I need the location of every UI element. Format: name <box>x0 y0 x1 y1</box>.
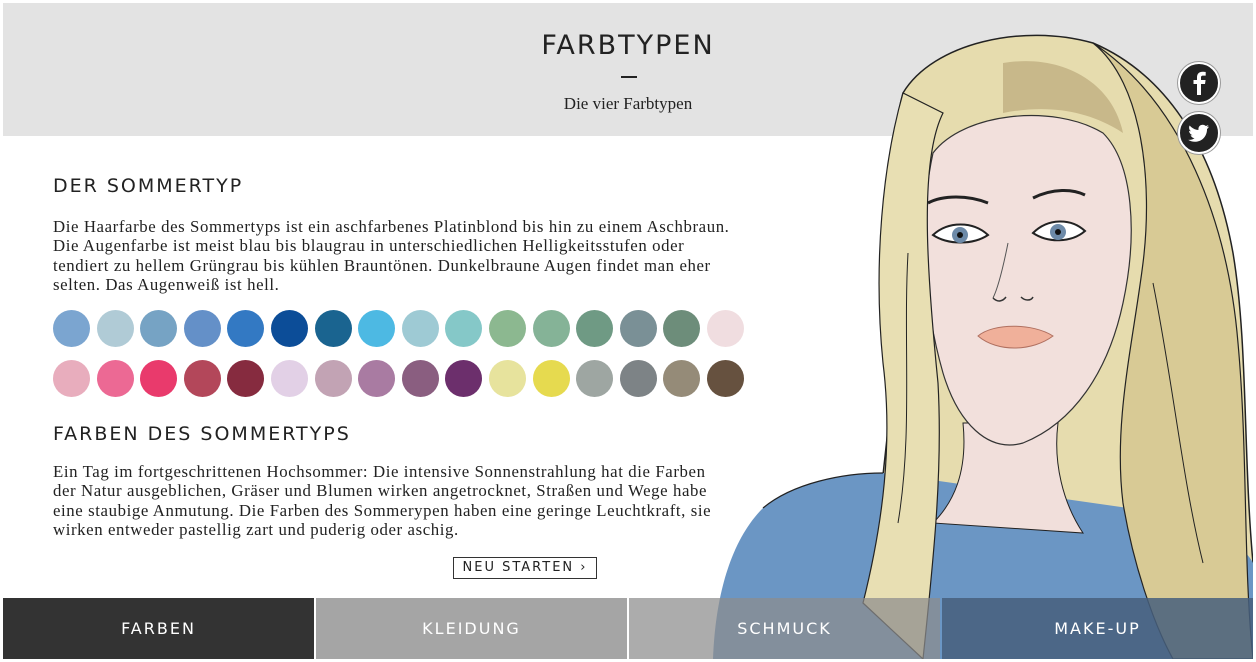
color-swatch <box>358 310 396 347</box>
color-swatch <box>707 310 744 347</box>
color-swatch <box>532 310 570 347</box>
color-swatch <box>707 360 744 397</box>
color-swatch <box>314 360 352 397</box>
color-swatch <box>314 310 352 347</box>
section-heading-farben: FARBEN DES SOMMERTYPS <box>53 423 351 445</box>
color-swatch <box>532 360 570 397</box>
twitter-icon <box>1188 124 1209 142</box>
color-swatch <box>96 360 134 397</box>
color-swatch <box>663 310 701 347</box>
color-swatch <box>183 310 221 347</box>
farben-description: Ein Tag im fortgeschrittenen Hochsommer:… <box>53 462 712 539</box>
color-swatch <box>140 310 178 347</box>
tab-make-up[interactable]: MAKE-UP <box>942 598 1253 659</box>
sommertyp-description: Die Haarfarbe des Sommertyps ist ein asc… <box>53 217 730 294</box>
color-swatch <box>489 360 526 397</box>
color-swatch <box>619 310 657 347</box>
color-swatch <box>576 360 614 397</box>
color-swatch <box>663 360 701 397</box>
color-swatch <box>271 310 308 347</box>
color-swatch <box>227 360 265 397</box>
color-swatch <box>271 360 308 397</box>
color-swatch <box>358 360 396 397</box>
color-swatch <box>401 360 439 397</box>
color-swatch <box>53 360 90 397</box>
section-heading-sommertyp: DER SOMMERTYP <box>53 175 244 197</box>
restart-button[interactable]: NEU STARTEN › <box>453 557 597 579</box>
color-swatch <box>53 310 90 347</box>
color-swatch <box>445 310 483 347</box>
facebook-button[interactable] <box>1178 62 1220 104</box>
color-swatch <box>489 310 526 347</box>
color-swatch <box>96 310 134 347</box>
color-swatch <box>183 360 221 397</box>
color-swatch <box>576 310 614 347</box>
tab-kleidung[interactable]: KLEIDUNG <box>316 598 627 659</box>
tab-farben[interactable]: FARBEN <box>3 598 314 659</box>
facebook-icon <box>1193 71 1206 95</box>
twitter-button[interactable] <box>1178 112 1220 154</box>
color-swatch <box>619 360 657 397</box>
color-swatch <box>140 360 178 397</box>
woman-illustration <box>713 34 1253 659</box>
color-swatch <box>445 360 483 397</box>
title-divider <box>621 76 637 78</box>
color-swatch <box>227 310 265 347</box>
tab-bar: FARBEN KLEIDUNG SCHMUCK MAKE-UP <box>3 598 1253 659</box>
page-frame: FARBTYPEN Die vier Farbtypen DER SOMMERT… <box>3 3 1253 659</box>
tab-schmuck[interactable]: SCHMUCK <box>629 598 940 659</box>
color-swatch <box>401 310 439 347</box>
